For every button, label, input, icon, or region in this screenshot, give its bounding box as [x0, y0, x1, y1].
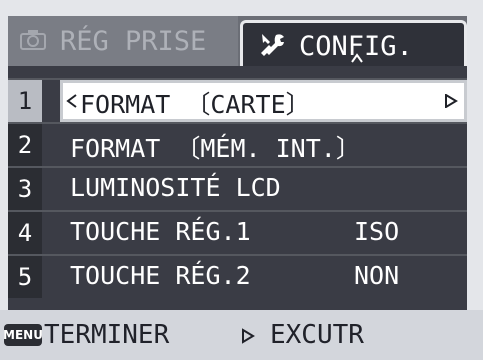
screen-frame-top	[0, 0, 483, 16]
menu-item-number: 4	[8, 212, 42, 254]
camera-icon	[20, 28, 46, 54]
menu-list: 1 FORMAT 〔CARTE〕 2 FORMAT 〔MÉM. INT.〕 3 …	[8, 66, 467, 300]
menu-item-label: LUMINOSITÉ LCD	[70, 173, 281, 202]
menu-item-number: 5	[8, 256, 42, 298]
menu-item-label: TOUCHE RÉG.2	[70, 261, 251, 290]
menu-item-value: NON	[354, 261, 400, 290]
menu-item-number: 1	[8, 80, 42, 122]
menu-item-format-card[interactable]: 1 FORMAT 〔CARTE〕	[8, 78, 467, 122]
menu-item-adj-button-1[interactable]: 4 TOUCHE RÉG.1 ISO	[8, 210, 467, 254]
menu-button-badge[interactable]: MENU	[3, 324, 43, 346]
menu-item-value: ISO	[354, 217, 400, 246]
footer-bar: MENU TERMINER EXCUTR	[0, 310, 483, 360]
tab-shooting-label: RÉG PRISE	[60, 25, 207, 57]
execute-label: EXCUTR	[270, 320, 364, 350]
screen-frame-left	[0, 0, 8, 335]
tab-bar: RÉG PRISE CONFIG.	[8, 16, 467, 70]
menu-item-label: TOUCHE RÉG.1	[70, 217, 251, 246]
screen-frame-right	[467, 0, 483, 335]
camera-menu-screen: RÉG PRISE CONFIG. 1 FORMAT 〔CARTE〕 2 FOR…	[0, 0, 483, 360]
pointer-left-icon	[66, 94, 77, 108]
tab-shooting[interactable]: RÉG PRISE	[8, 16, 238, 66]
right-arrow-icon	[242, 328, 255, 344]
menu-item-number: 2	[8, 124, 42, 166]
tools-icon	[259, 31, 287, 63]
menu-item-format-internal[interactable]: 2 FORMAT 〔MÉM. INT.〕	[8, 122, 467, 166]
menu-item-label: FORMAT 〔MÉM. INT.〕	[70, 134, 361, 163]
menu-item-adj-button-2[interactable]: 5 TOUCHE RÉG.2 NON	[8, 254, 467, 298]
scroll-up-icon	[351, 53, 363, 63]
menu-item-lcd-brightness[interactable]: 3 LUMINOSITÉ LCD	[8, 166, 467, 210]
menu-item-label: FORMAT 〔CARTE〕	[80, 90, 311, 119]
finish-label: TERMINER	[44, 320, 170, 350]
submenu-arrow-icon	[445, 94, 458, 108]
menu-item-number: 3	[8, 168, 42, 210]
